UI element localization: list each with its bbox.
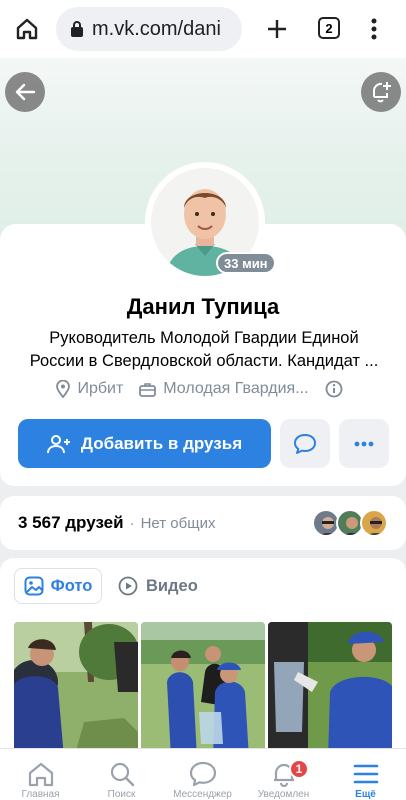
more-button[interactable] [339,419,389,468]
photo-thumbnail[interactable] [14,622,138,758]
city-label: Ирбит [77,380,124,397]
nav-notifications[interactable]: Уведомлен 1 [243,749,324,800]
nav-more-label: Ещё [355,789,376,800]
online-time-badge: 33 мин [216,252,276,274]
location-pin-icon [56,380,71,398]
video-play-icon [118,576,138,596]
friends-count: 3 567 друзей [18,513,124,532]
common-friends: Нет общих [140,514,216,532]
bell-plus-icon [372,82,391,103]
profile-name: Данил Тупица [126,294,280,319]
back-button[interactable] [5,72,45,112]
add-friend-button[interactable]: Добавить в друзья [18,419,271,468]
photo-thumbnail[interactable] [141,622,265,758]
message-button[interactable] [280,419,330,468]
tab-video-label: Видео [146,576,198,595]
friends-separator: · [129,514,135,532]
media-card: Фото Видео [0,558,406,758]
friends-card[interactable]: 3 567 друзей · Нет общих [0,496,406,550]
nav-messenger[interactable]: Мессенджер [162,749,243,800]
nav-search[interactable]: Поиск [81,749,162,800]
nav-home-label: Главная [21,789,60,800]
home-icon [28,762,53,787]
info-icon[interactable] [325,380,350,398]
briefcase-icon [139,382,157,397]
search-icon [110,762,134,787]
tab-video[interactable]: Видео [118,568,198,604]
user-add-icon [46,434,70,453]
friend-avatar [360,509,388,537]
photo-icon [24,576,44,596]
address-bar[interactable]: m.vk.com/dani [56,7,242,51]
friends-avatars [312,509,388,537]
photo-thumbnail[interactable] [268,622,392,758]
home-icon[interactable] [12,14,42,44]
nav-home[interactable]: Главная [0,749,81,800]
subscribe-notifications-button[interactable] [361,72,401,112]
browser-toolbar: m.vk.com/dani 2 [0,0,406,58]
profile-status[interactable]: Руководитель Молодой Гвардии Единой Росс… [22,327,386,373]
work-info[interactable]: Молодая Гвардия... [139,380,309,398]
nav-search-label: Поиск [107,789,136,800]
nav-messenger-label: Мессенджер [173,789,232,800]
tab-photo[interactable]: Фото [14,568,102,604]
tab-switcher-button[interactable]: 2 [318,17,340,39]
message-icon [294,433,316,454]
more-vert-icon[interactable] [362,14,386,44]
url-text: m.vk.com/dani [92,17,221,40]
nav-notifications-label: Уведомлен [257,789,310,800]
messenger-icon [189,761,216,787]
notification-badge: 1 [289,759,309,779]
new-tab-icon[interactable] [262,14,292,44]
nav-more[interactable]: Ещё [325,749,406,800]
add-friend-label: Добавить в друзья [80,433,243,453]
arrow-left-icon [15,83,36,101]
menu-icon [353,764,378,784]
lock-icon [71,21,83,37]
city-info: Ирбит [56,380,123,398]
work-label: Молодая Гвардия... [163,380,309,397]
tab-photo-label: Фото [50,576,93,595]
bottom-navigation: Главная Поиск Мессенджер Уведомлен 1 Ещё [0,748,406,800]
more-horiz-icon [354,441,374,446]
profile-meta: Ирбит Молодая Гвардия... [0,380,406,398]
